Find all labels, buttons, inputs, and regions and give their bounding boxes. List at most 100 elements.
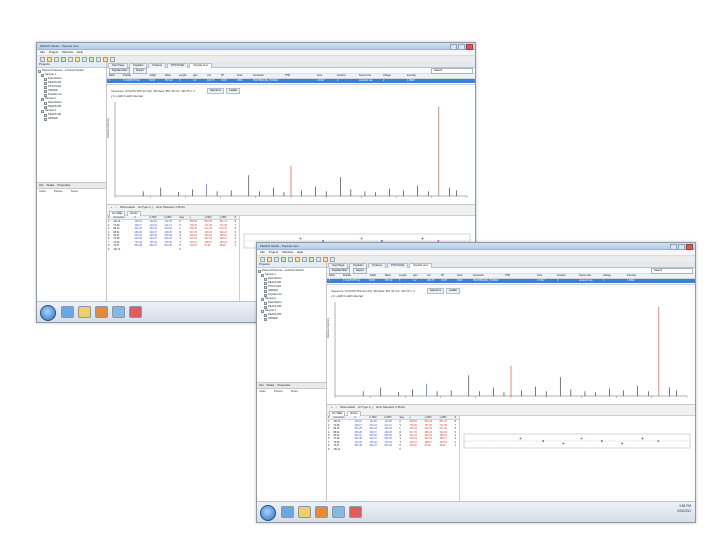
grid-col-header[interactable]: RT: [219, 74, 235, 78]
menu-file[interactable]: File: [260, 250, 265, 255]
doc-tab-active[interactable]: Peptide Ions: [409, 263, 432, 268]
zoom-out-icon[interactable]: −: [336, 406, 338, 409]
grid-col-header[interactable]: Source File: [357, 74, 381, 78]
grid-col-header[interactable]: PTM: [503, 274, 535, 278]
doc-tab-active[interactable]: Peptide Ions: [189, 63, 212, 68]
grid-col-header[interactable]: m/z: [425, 274, 439, 278]
grid-col-header[interactable]: ppm: [411, 274, 425, 278]
media-player-icon[interactable]: [95, 306, 108, 318]
grid-col-header[interactable]: PTM: [283, 74, 315, 78]
ion-row[interactable]: 9 101.11 K: [107, 248, 239, 251]
export-button[interactable]: Export: [133, 67, 147, 74]
spectrum-plot[interactable]: [327, 288, 695, 404]
menu-help[interactable]: Help: [77, 50, 83, 55]
grid-cell: 23.87: [221, 79, 227, 82]
maximize-button[interactable]: [678, 244, 685, 250]
grid-col-header[interactable]: Scan: [235, 74, 251, 78]
grid-col-header[interactable]: Peptide: [121, 74, 147, 78]
grid-col-header[interactable]: Fraction: [555, 274, 577, 278]
doc-tab[interactable]: PTM Profile: [166, 63, 189, 68]
tree-node[interactable]: SPIDER: [38, 117, 106, 121]
grid-row-selected[interactable]: 1 K.VLDSVTPK.E 54.63 857.49 8 1.2 429.75 23.87 1…: [327, 279, 695, 283]
grid-col-header[interactable]: Mass: [383, 274, 397, 278]
menu-file[interactable]: File: [40, 50, 45, 55]
grid-cell: 8: [179, 79, 181, 82]
grid-col-header[interactable]: RT: [439, 274, 455, 278]
minimize-button[interactable]: [670, 244, 677, 250]
maximize-button[interactable]: [458, 44, 465, 50]
show-labels-toggle[interactable]: Show Labels: [120, 206, 135, 209]
properties-header: Index Protein Score: [257, 388, 326, 394]
explorer-icon[interactable]: [78, 306, 91, 318]
grid-col-header[interactable]: Accession: [471, 274, 503, 278]
peaks-app-icon[interactable]: [332, 506, 345, 518]
tolerance-label[interactable]: Error Tolerance: 0.05 Da: [376, 406, 404, 409]
grid-col-header[interactable]: m/z: [205, 74, 219, 78]
doc-tab[interactable]: Proteins: [368, 263, 386, 268]
doc-tab[interactable]: PTM Profile: [386, 263, 409, 268]
ion-type-label[interactable]: Ion Type: b, y: [358, 406, 374, 409]
grid-cell: 857.49: [385, 279, 393, 282]
grid-cell: 54.63: [149, 79, 155, 82]
grid-cell: 23.87: [441, 279, 447, 282]
menu-project[interactable]: Project: [49, 50, 58, 55]
grid-col-header[interactable]: -10lgP: [147, 74, 163, 78]
menu-window[interactable]: Window: [62, 50, 73, 55]
clock-date[interactable]: 3/24/2011: [677, 509, 691, 514]
grid-col-header[interactable]: Length: [397, 274, 411, 278]
grid-col-header[interactable]: Fraction: [335, 74, 357, 78]
media-player-icon[interactable]: [315, 506, 328, 518]
grid-row-selected[interactable]: 1 K.VLDSVTPK.E 54.63 857.49 8 1.2 429.75 23.87 1…: [107, 79, 475, 83]
clock-time[interactable]: 3:58 PM: [677, 504, 691, 509]
close-button[interactable]: [686, 244, 693, 250]
menu-project[interactable]: Project: [269, 250, 278, 255]
sample-icon: [261, 309, 264, 313]
export-button[interactable]: Export: [353, 267, 367, 274]
tree-node[interactable]: SPIDER: [258, 317, 326, 321]
pdf-icon[interactable]: [349, 506, 362, 518]
grid-col-header[interactable]: Intensity: [405, 74, 429, 78]
zoom-in-icon[interactable]: +: [331, 406, 333, 409]
grid-col-header[interactable]: Peptide: [341, 274, 367, 278]
grid-col-header[interactable]: Charge: [601, 274, 625, 278]
grid-col-header[interactable]: ppm: [191, 74, 205, 78]
grid-col-header[interactable]: Charge: [381, 74, 405, 78]
start-button[interactable]: [40, 305, 56, 321]
grid-col-header[interactable]: Intensity: [625, 274, 649, 278]
grid-col-header[interactable]: Scan: [455, 274, 471, 278]
search-input[interactable]: Search: [431, 67, 473, 74]
menu-window[interactable]: Window: [282, 250, 293, 255]
grid-col-header[interactable]: Mass: [163, 74, 177, 78]
grid-col-header[interactable]: Source File: [577, 274, 601, 278]
pdf-icon[interactable]: [129, 306, 142, 318]
peptide-filter-button[interactable]: Peptide Filter: [329, 267, 351, 274]
spectrum-view: Sequence: KVLDSVTPK ALC(%): 98 Mass: 857…: [327, 288, 695, 405]
show-labels-toggle[interactable]: Show Labels: [340, 406, 355, 409]
grid-col-header[interactable]: Rank: [107, 74, 121, 78]
ie-icon[interactable]: [61, 306, 74, 318]
grid-col-header[interactable]: Accession: [251, 74, 283, 78]
menu-help[interactable]: Help: [297, 250, 303, 255]
ion-row[interactable]: 9 101.11 K: [327, 448, 459, 451]
zoom-out-icon[interactable]: −: [116, 206, 118, 209]
peptide-filter-button[interactable]: Peptide Filter: [109, 67, 131, 74]
ie-icon[interactable]: [281, 506, 294, 518]
peaks-app-icon[interactable]: [112, 306, 125, 318]
grid-cell: K.VLDSVTPK.E: [123, 79, 141, 82]
search-input[interactable]: Search: [651, 267, 693, 274]
tolerance-label[interactable]: Error Tolerance: 0.05 Da: [156, 206, 184, 209]
close-button[interactable]: [466, 44, 473, 50]
doc-tab[interactable]: Proteins: [148, 63, 166, 68]
grid-col-header[interactable]: -10lgP: [367, 274, 383, 278]
explorer-icon[interactable]: [298, 506, 311, 518]
start-button[interactable]: [260, 505, 276, 521]
spectrum-plot[interactable]: [107, 88, 475, 204]
minimize-button[interactable]: [450, 44, 457, 50]
grid-col-header[interactable]: Length: [177, 74, 191, 78]
grid-col-header[interactable]: Area: [315, 74, 335, 78]
folder-icon: [258, 269, 261, 273]
ion-type-label[interactable]: Ion Type: b, y: [138, 206, 154, 209]
grid-col-header[interactable]: Rank: [327, 274, 341, 278]
grid-col-header[interactable]: Area: [535, 274, 555, 278]
zoom-in-icon[interactable]: +: [111, 206, 113, 209]
